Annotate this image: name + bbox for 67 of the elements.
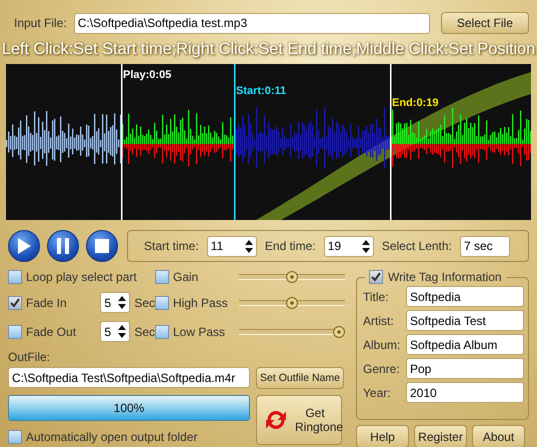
slider-thumb[interactable] <box>286 271 298 283</box>
stop-button[interactable] <box>86 230 118 262</box>
play-icon <box>17 238 31 254</box>
tag-field-label: Album: <box>363 338 401 352</box>
effect-label: High Pass <box>173 296 228 310</box>
tag-field-label: Title: <box>363 290 390 304</box>
effect-label: Low Pass <box>173 324 226 338</box>
marker-label: End:0:19 <box>392 97 438 109</box>
checkbox[interactable] <box>8 430 22 444</box>
option-label: Fade Out <box>26 324 76 338</box>
tag-field-label: Year: <box>363 386 392 400</box>
tag-field[interactable]: 2010 <box>406 382 524 403</box>
slider-thumb[interactable] <box>286 296 298 308</box>
pause-button[interactable] <box>47 230 79 262</box>
checkbox[interactable] <box>8 324 22 338</box>
footer-button[interactable]: Help <box>356 425 409 447</box>
time-label: Start time: <box>144 239 199 253</box>
spin-arrows-icon <box>118 296 126 309</box>
input-file-field[interactable]: C:\Softpedia\Softpedia test.mp3 <box>74 12 430 34</box>
instruction-text: Left Click:Set Start time;Right Click:Set End time;Middle Click:Set Position <box>0 40 536 60</box>
outfile-label: OutFile: <box>8 350 52 364</box>
tag-field[interactable]: Softpedia Album <box>406 334 524 355</box>
footer-button[interactable]: About <box>472 425 525 447</box>
tag-label: Write Tag Information <box>388 270 502 284</box>
checkbox[interactable] <box>8 296 22 310</box>
effect-label: Gain <box>173 270 198 284</box>
footer-button[interactable]: Register <box>414 425 467 447</box>
checkbox[interactable] <box>8 270 22 284</box>
pause-icon <box>57 238 69 254</box>
select-file-button[interactable]: Select File <box>440 12 529 34</box>
tag-field-label: Genre: <box>363 362 401 376</box>
time-label: End time: <box>264 239 316 253</box>
option-label: Fade In <box>26 296 67 310</box>
unit-label: Sec <box>134 324 155 338</box>
spin-arrows-icon <box>362 240 370 252</box>
time-label: Select Lenth: <box>382 239 452 253</box>
time-spinbox[interactable]: 19 <box>324 236 374 256</box>
outfile-field[interactable]: C:\Softpedia Test\Softpedia\Softpedia.m4r <box>8 367 250 388</box>
input-file-label: Input File: <box>14 16 67 30</box>
checkbox[interactable] <box>155 270 169 284</box>
marker-line[interactable] <box>390 64 392 220</box>
option-label: Loop play select part <box>26 270 137 284</box>
get-ringtone-button[interactable]: Get Ringtone <box>256 395 342 445</box>
marker-line[interactable] <box>121 64 122 220</box>
spin-arrows-icon <box>118 325 126 338</box>
checkbox[interactable] <box>155 296 169 310</box>
seconds-spinbox[interactable]: 5 <box>100 292 130 313</box>
tag-field-label: Artist: <box>363 314 395 328</box>
marker-line[interactable] <box>234 64 236 220</box>
slider-thumb[interactable] <box>333 326 345 338</box>
time-spinbox[interactable]: 11 <box>206 236 257 256</box>
unit-label: Sec <box>134 296 155 310</box>
tag-field[interactable]: Pop <box>406 358 524 379</box>
progress-text: 100% <box>114 401 144 415</box>
marker-label: Start:0:11 <box>236 85 286 97</box>
checkbox[interactable] <box>369 270 383 284</box>
play-button[interactable] <box>8 230 40 262</box>
auto-open-label: Automatically open output folder <box>26 430 198 444</box>
stop-icon <box>95 239 109 253</box>
length-field[interactable]: 7 sec <box>460 236 510 256</box>
set-outfile-name-button[interactable]: Set Outfile Name <box>256 367 344 389</box>
marker-label: Play:0:05 <box>123 69 172 81</box>
checkbox[interactable] <box>155 324 169 338</box>
spin-arrows-icon <box>244 240 253 252</box>
tag-field[interactable]: Softpedia <box>406 286 524 307</box>
tag-field[interactable]: Softpedia Test <box>406 310 524 331</box>
seconds-spinbox[interactable]: 5 <box>100 321 130 342</box>
